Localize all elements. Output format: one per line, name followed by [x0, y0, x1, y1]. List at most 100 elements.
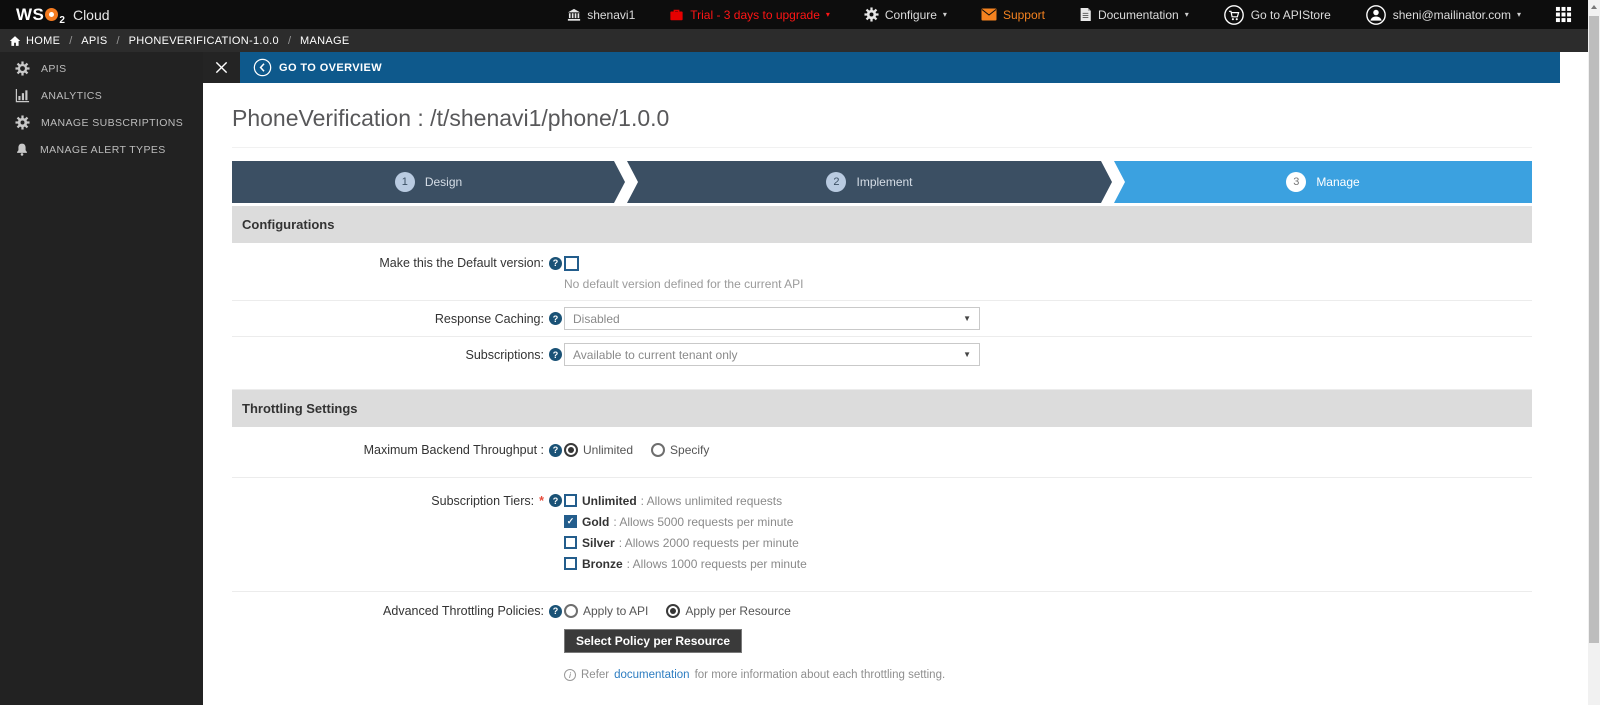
- checkbox-checked: ✓: [564, 515, 577, 528]
- step-label: Implement: [856, 175, 913, 189]
- wso2-cloud-logo[interactable]: WS 2 Cloud: [16, 4, 110, 26]
- radio-button: [564, 443, 578, 457]
- tier-option-gold[interactable]: ✓ Gold : Allows 5000 requests per minute: [564, 511, 807, 532]
- close-icon: [215, 61, 228, 74]
- bell-icon: [17, 143, 27, 156]
- form-row-subscriptions: Subscriptions: ? Available to current te…: [232, 337, 1532, 390]
- apis-gear-icon: [15, 61, 30, 76]
- field-control-group: No default version defined for the curre…: [564, 256, 803, 291]
- subscriptions-label: Subscriptions:: [465, 347, 544, 362]
- default-version-checkbox[interactable]: [564, 256, 579, 271]
- breadcrumb-home[interactable]: HOME: [9, 35, 60, 47]
- breadcrumb-apis[interactable]: APIS: [81, 35, 107, 47]
- apistore-link[interactable]: Go to APIStore: [1223, 4, 1331, 26]
- help-icon[interactable]: ?: [549, 494, 562, 507]
- logo-text-ws: WS: [16, 4, 45, 24]
- sidebar-item-apis[interactable]: APIS: [0, 55, 203, 82]
- required-indicator: *: [539, 493, 544, 508]
- radio-option-apply-per-resource[interactable]: Apply per Resource: [666, 604, 791, 618]
- go-to-overview-label: GO TO OVERVIEW: [279, 61, 382, 74]
- apistore-label: Go to APIStore: [1250, 7, 1331, 22]
- help-icon[interactable]: ?: [549, 348, 562, 361]
- left-sidebar: APIS ANALYTICS MANAGE SUBSCRIPTIONS MANA…: [0, 52, 203, 705]
- step-design[interactable]: 1 Design: [232, 161, 625, 203]
- radio-option-apply-to-api[interactable]: Apply to API: [564, 604, 648, 618]
- trial-upgrade-menu[interactable]: Trial - 3 days to upgrade ▾: [669, 8, 830, 22]
- sidebar-item-label: MANAGE SUBSCRIPTIONS: [41, 116, 184, 129]
- form-row-advanced-throttling: Advanced Throttling Policies: ? Apply to…: [232, 592, 1532, 705]
- advanced-throttling-label: Advanced Throttling Policies:: [383, 604, 544, 618]
- page-title: PhoneVerification : /t/shenavi1/phone/1.…: [232, 105, 670, 131]
- app-grid-icon[interactable]: [1555, 6, 1572, 23]
- tenant-menu[interactable]: shenavi1: [567, 8, 635, 22]
- tenant-name: shenavi1: [587, 7, 636, 22]
- go-to-overview-button[interactable]: GO TO OVERVIEW: [240, 52, 1560, 83]
- select-policy-per-resource-button[interactable]: Select Policy per Resource: [564, 629, 743, 653]
- field-control-group: Disabled ▼: [564, 307, 980, 330]
- documentation-link[interactable]: documentation: [614, 669, 689, 681]
- analytics-chart-icon: [15, 88, 30, 103]
- gear-icon: [864, 7, 879, 22]
- user-icon: [1365, 4, 1386, 25]
- cart-icon: [1223, 4, 1244, 25]
- trial-label: Trial - 3 days to upgrade: [690, 7, 820, 22]
- breadcrumb-separator: /: [287, 34, 292, 47]
- help-icon[interactable]: ?: [549, 256, 562, 270]
- briefcase-icon: [670, 9, 683, 20]
- tier-option-bronze[interactable]: Bronze : Allows 1000 requests per minute: [564, 553, 807, 574]
- response-caching-select[interactable]: Disabled ▼: [564, 307, 980, 330]
- breadcrumb-manage[interactable]: MANAGE: [300, 35, 349, 47]
- breadcrumb-separator: /: [69, 34, 73, 47]
- scrollbar-thumb[interactable]: [1589, 16, 1599, 643]
- step-label: Manage: [1316, 175, 1360, 189]
- field-label-group: Subscriptions: ?: [232, 343, 562, 366]
- form-row-default-version: Make this the Default version: ? No defa…: [232, 243, 1532, 301]
- help-icon[interactable]: ?: [549, 443, 562, 457]
- subscriptions-select[interactable]: Available to current tenant only ▼: [564, 343, 980, 366]
- logo-text-2: 2: [59, 14, 65, 26]
- chevron-down-icon: ▾: [825, 10, 830, 19]
- advanced-throttling-radio-group: Apply to API Apply per Resource: [564, 604, 945, 618]
- back-arrow-circle-icon: [253, 58, 272, 77]
- help-icon[interactable]: ?: [549, 312, 562, 325]
- help-icon[interactable]: ?: [549, 604, 562, 618]
- step-implement[interactable]: 2 Implement: [627, 161, 1112, 203]
- step-number-badge: 2: [826, 172, 846, 192]
- app-window: WS 2 Cloud shenavi1 Trial - 3 days to upg…: [0, 0, 1600, 705]
- breadcrumb-api-version[interactable]: PHONEVERIFICATION-1.0.0: [129, 35, 279, 47]
- tier-option-unlimited[interactable]: Unlimited : Allows unlimited requests: [564, 490, 807, 511]
- support-label: Support: [1002, 7, 1045, 22]
- scrollbar-up-arrow-icon[interactable]: [1591, 5, 1597, 9]
- document-icon: [1080, 8, 1091, 21]
- close-button[interactable]: [203, 52, 240, 83]
- radio-option-specify[interactable]: Specify: [651, 443, 709, 457]
- checkbox: [564, 494, 577, 507]
- chevron-down-icon: ▾: [942, 10, 947, 19]
- tiers-label: Subscription Tiers:: [431, 493, 535, 508]
- radio-button: [651, 443, 666, 457]
- main-content: PhoneVerification : /t/shenavi1/phone/1.…: [232, 83, 1532, 705]
- tier-option-silver[interactable]: Silver : Allows 2000 requests per minute: [564, 532, 807, 553]
- wizard-action-bar: GO TO OVERVIEW: [203, 52, 1560, 83]
- form-row-max-backend-throughput: Maximum Backend Throughput : ? Unlimited…: [232, 427, 1532, 478]
- chevron-down-icon: ▾: [1184, 10, 1189, 19]
- support-link[interactable]: Support: [981, 8, 1045, 22]
- radio-option-unlimited[interactable]: Unlimited: [564, 443, 633, 457]
- sidebar-item-analytics[interactable]: ANALYTICS: [0, 82, 203, 109]
- field-control-group: Available to current tenant only ▼: [564, 343, 980, 366]
- vertical-scrollbar[interactable]: [1588, 0, 1600, 705]
- user-account-menu[interactable]: sheni@mailinator.com ▾: [1365, 4, 1521, 26]
- bank-icon: [568, 8, 581, 21]
- home-icon: [9, 35, 21, 46]
- configure-menu[interactable]: Configure ▾: [864, 7, 947, 22]
- field-label-group: Maximum Backend Throughput : ?: [232, 443, 562, 457]
- sidebar-item-manage-alert-types[interactable]: MANAGE ALERT TYPES: [0, 136, 203, 163]
- step-manage[interactable]: 3 Manage: [1114, 161, 1532, 203]
- sidebar-item-manage-subscriptions[interactable]: MANAGE SUBSCRIPTIONS: [0, 109, 203, 136]
- form-row-response-caching: Response Caching: ? Disabled ▼: [232, 301, 1532, 337]
- checkbox: [564, 536, 577, 549]
- step-number-badge: 1: [395, 172, 415, 192]
- field-control-group: Apply to API Apply per Resource Select P…: [564, 604, 945, 681]
- documentation-menu[interactable]: Documentation ▾: [1079, 7, 1189, 22]
- tiers-checkbox-list: Unlimited : Allows unlimited requests ✓ …: [564, 490, 807, 574]
